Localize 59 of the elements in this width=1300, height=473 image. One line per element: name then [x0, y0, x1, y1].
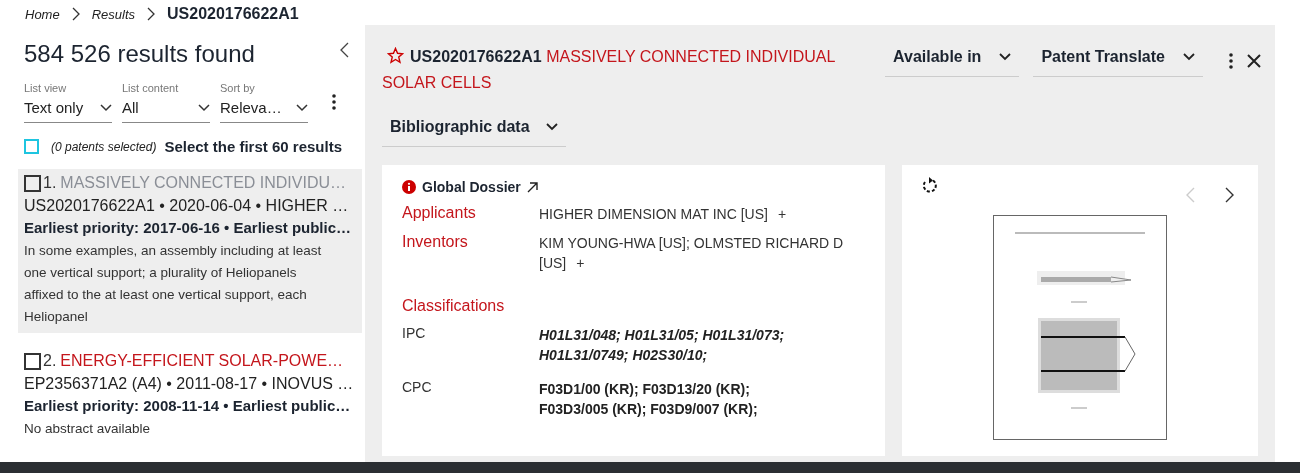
selection-count: (0 patents selected) [51, 139, 157, 154]
field-label: Applicants [402, 204, 477, 223]
filter-dropdown[interactable]: Releva… [220, 94, 308, 123]
breadcrumb-link[interactable]: Results [91, 6, 136, 22]
patent-title: US2020176622A1 MASSIVELY CONNECTED INDIVIDUAL SOLAR CELLS [382, 46, 836, 93]
filter-label: List view [24, 82, 68, 94]
chevron-down-icon [545, 123, 558, 131]
close-icon[interactable] [1247, 53, 1261, 68]
chevron-right-icon [71, 7, 80, 21]
result-abstract: In some examples, an assembly including at least one vertical support; a plurality of Heliopanels affixed to the at least one vertical support, each Heliopanel [24, 242, 323, 326]
select-first-results-link[interactable]: Select the first 60 results [164, 138, 342, 155]
collapse-icon[interactable] [339, 42, 349, 58]
filter-label: List content [122, 82, 180, 94]
filter-label: Sort by [220, 82, 256, 94]
menu-dropdown[interactable]: Available in [885, 44, 1020, 77]
result-number: 2. [43, 352, 57, 370]
menu-dropdown[interactable]: Patent Translate [1033, 44, 1203, 77]
field-value: HIGHER DIMENSION MAT INC [US] + [539, 205, 788, 224]
result-checkbox[interactable] [24, 174, 41, 192]
chevron-down-icon [296, 103, 308, 112]
field-label: Inventors [402, 233, 469, 252]
select-all-checkbox[interactable] [24, 139, 39, 154]
external-link-icon [526, 181, 538, 193]
result-item[interactable] [18, 169, 362, 333]
rotate-icon[interactable] [922, 177, 937, 193]
more-options-icon[interactable] [1229, 52, 1233, 69]
result-priority: Earliest priority: 2008-11-14 • Earliest public… [24, 397, 352, 414]
section-heading: Classifications [402, 297, 506, 315]
chevron-down-icon [1183, 53, 1195, 61]
more-options-icon[interactable] [332, 94, 336, 110]
result-priority: Earliest priority: 2017-06-16 • Earliest public… [24, 219, 353, 236]
classification-codes: H01L31/048; H01L31/05; H01L31/073; H01L31/0749; H02S30/10; [539, 326, 786, 365]
breadcrumb-link[interactable]: Home [25, 6, 60, 22]
results-count: 584 526 results found [24, 40, 255, 68]
chevron-right-icon [147, 7, 156, 21]
filter-dropdown[interactable]: All [122, 94, 210, 123]
breadcrumb-current: US2020176622A1 [167, 5, 299, 23]
result-abstract: No abstract available [24, 420, 152, 438]
result-checkbox[interactable] [24, 352, 41, 370]
chevron-down-icon [198, 103, 210, 112]
chevron-down-icon [100, 103, 112, 112]
filter-dropdown[interactable]: Text only [24, 94, 112, 123]
next-icon[interactable] [1225, 187, 1234, 203]
result-meta: US2020176622A1 • 2020-06-04 • HIGHER … [24, 197, 350, 215]
star-icon[interactable] [387, 47, 404, 64]
info-icon [402, 180, 416, 194]
result-number: 1. [43, 174, 57, 192]
result-item[interactable]: 2. ENERGY-EFFICIENT SOLAR-POWE… EP2356371A2 (A4) • 2011-08-17 • INOVUS … Earliest priority: 2008-11-14 • Earliest public… No abstract available [18, 347, 362, 445]
chevron-down-icon [999, 53, 1012, 61]
section-dropdown[interactable]: Bibliographic data [382, 114, 566, 147]
result-meta: EP2356371A2 (A4) • 2011-08-17 • INOVUS … [24, 375, 355, 393]
field-value: KIM YOUNG-HWA [US]; OLMSTED RICHARD D [US] + [539, 234, 845, 273]
result-title[interactable]: ENERGY-EFFICIENT SOLAR-POWE… [60, 352, 344, 370]
expand-link[interactable]: + [576, 255, 585, 271]
global-dossier-link[interactable]: Global Dossier [422, 179, 521, 195]
expand-link[interactable]: + [777, 206, 787, 222]
classification-label: IPC [402, 325, 427, 343]
classification-label: CPC [402, 379, 433, 397]
classification-codes: F03D1/00 (KR); F03D13/20 (KR); F03D3/005 (KR); F03D9/007 (KR); [539, 380, 759, 419]
